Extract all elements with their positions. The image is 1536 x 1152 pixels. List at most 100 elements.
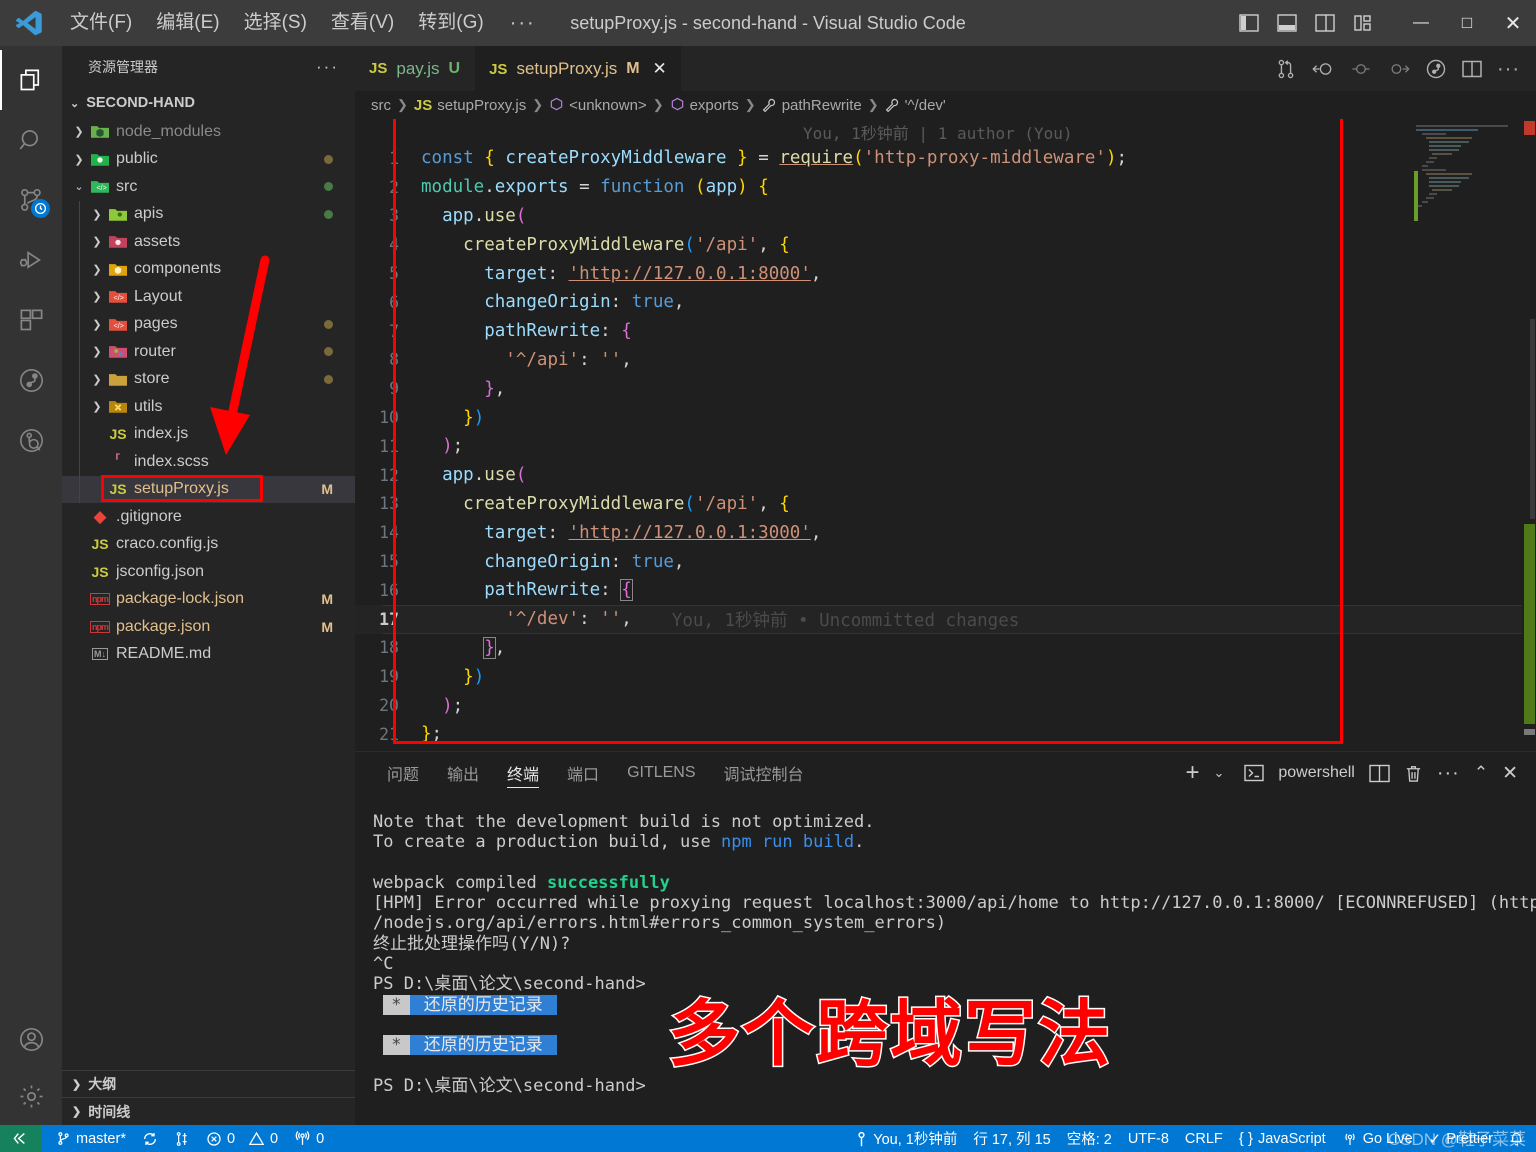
status-encoding[interactable]: UTF-8 [1120, 1125, 1177, 1152]
code-line[interactable]: 9 }, [355, 374, 1536, 403]
breadcrumb-item[interactable]: <unknown> [549, 97, 647, 114]
window-maximize-button[interactable]: □ [1444, 0, 1490, 46]
code-line[interactable]: 6 changeOrigin: true, [355, 288, 1536, 317]
tree-folder-row[interactable]: ❯ public [62, 146, 355, 174]
tree-file-row[interactable]: npm package-lock.json M [62, 586, 355, 614]
file-tree[interactable]: ❯ node_modules ❯ public ⌄ </> src ❯ apis ❯ assets ❯… [62, 118, 355, 1070]
menu-selection[interactable]: 选择(S) [232, 8, 319, 39]
code-line[interactable]: 5 target: 'http://127.0.0.1:8000', [355, 259, 1536, 288]
terminal-dropdown-icon[interactable]: ⌄ [1213, 765, 1224, 781]
code-editor[interactable]: You, 1秒钟前 | 1 author (You) 1 const { crea… [355, 119, 1536, 751]
section-outline[interactable]: ❯ 大纲 [62, 1071, 355, 1098]
tree-folder-row[interactable]: ❯ apis [62, 201, 355, 229]
window-minimize-button[interactable]: — [1398, 0, 1444, 46]
code-line[interactable]: 13 createProxyMiddleware('/api', { [355, 490, 1536, 519]
menu-more[interactable]: ··· [496, 9, 550, 37]
activity-explorer-icon[interactable] [0, 50, 62, 110]
code-line[interactable]: 14 target: 'http://127.0.0.1:3000', [355, 518, 1536, 547]
code-line[interactable]: 17 '^/dev': '', You, 1秒钟前 • Uncommitted c… [355, 604, 1536, 634]
panel-tab-problems[interactable]: 问题 [373, 752, 433, 794]
tree-file-row[interactable]: M↓ README.md [62, 641, 355, 669]
status-language-mode[interactable]: { } JavaScript [1231, 1125, 1334, 1152]
section-timeline[interactable]: ❯ 时间线 [62, 1098, 355, 1125]
status-sync[interactable] [134, 1125, 166, 1152]
panel-tab-terminal[interactable]: 终端 [493, 752, 553, 794]
tree-file-row[interactable]: npm package.json M [62, 613, 355, 641]
status-gitlens-compare[interactable] [166, 1125, 198, 1152]
panel-tab-output[interactable]: 输出 [433, 752, 493, 794]
tab-pay-js[interactable]: JS pay.js U [355, 46, 476, 91]
tree-file-row[interactable]: JS craco.config.js [62, 531, 355, 559]
tree-file-row[interactable]: JS index.js [62, 421, 355, 449]
code-line[interactable]: 20 ); [355, 691, 1536, 720]
breadcrumb[interactable]: src ❯ JS setupProxy.js ❯ <unknown> ❯ exports ❯ pa… [355, 91, 1536, 119]
code-line[interactable]: 15 changeOrigin: true, [355, 547, 1536, 576]
code-line[interactable]: 16 pathRewrite: { [355, 576, 1536, 605]
tree-folder-row[interactable]: ❯ store [62, 366, 355, 394]
tree-file-row[interactable]: JS jsconfig.json [62, 558, 355, 586]
breadcrumb-item[interactable]: '^/dev' [885, 97, 946, 114]
status-branch[interactable]: master* [42, 1125, 134, 1152]
panel-tab-debug-console[interactable]: 调试控制台 [710, 752, 818, 794]
code-line[interactable]: 7 pathRewrite: { [355, 317, 1536, 346]
activity-account-icon[interactable] [0, 1011, 62, 1067]
panel-tab-gitlens[interactable]: GITLENS [613, 752, 709, 794]
new-terminal-icon[interactable]: + [1185, 761, 1199, 785]
status-cursor-position[interactable]: 行 17, 列 15 [965, 1125, 1058, 1152]
remote-indicator-icon[interactable] [0, 1125, 42, 1152]
activity-gitlens-inspect-icon[interactable] [0, 410, 62, 470]
activity-settings-gear-icon[interactable] [0, 1067, 62, 1125]
code-line[interactable]: 3 app.use( [355, 202, 1536, 231]
tree-folder-row[interactable]: ❯ assets [62, 228, 355, 256]
toggle-primary-sidebar-icon[interactable] [1236, 10, 1262, 36]
gitlens-open-revision-icon[interactable] [1311, 59, 1335, 79]
overview-ruler[interactable] [1522, 119, 1536, 751]
activity-extensions-icon[interactable] [0, 290, 62, 350]
activity-gitlens-icon[interactable] [0, 350, 62, 410]
breadcrumb-item[interactable]: pathRewrite [762, 97, 862, 114]
tree-folder-row[interactable]: ❯ </> Layout [62, 283, 355, 311]
gitlens-toggle-blame-icon[interactable] [1425, 58, 1447, 80]
close-panel-icon[interactable]: ✕ [1502, 762, 1518, 785]
window-close-button[interactable]: ✕ [1490, 0, 1536, 46]
menu-go[interactable]: 转到(G) [406, 8, 495, 39]
more-actions-icon[interactable]: ··· [1497, 59, 1520, 79]
code-line[interactable]: 12 app.use( [355, 461, 1536, 490]
tree-folder-row[interactable]: ⌄ </> src [62, 173, 355, 201]
code-line[interactable]: 10 }) [355, 403, 1536, 432]
menu-view[interactable]: 查看(V) [319, 8, 406, 39]
split-editor-icon[interactable] [1461, 59, 1483, 79]
code-line[interactable]: 19 }) [355, 662, 1536, 691]
activity-run-debug-icon[interactable] [0, 230, 62, 290]
tab-close-icon[interactable]: ✕ [653, 59, 667, 79]
activity-search-icon[interactable] [0, 110, 62, 170]
code-line[interactable]: 18 }, [355, 634, 1536, 663]
sidebar-more-icon[interactable]: ··· [316, 57, 339, 77]
tree-file-row[interactable]: ◆ .gitignore [62, 503, 355, 531]
activity-source-control-icon[interactable] [0, 170, 62, 230]
terminal-profile-icon[interactable] [1244, 764, 1265, 782]
tree-folder-row[interactable]: ❯ node_modules [62, 118, 355, 146]
code-line[interactable]: 4 createProxyMiddleware('/api', { [355, 230, 1536, 259]
code-line[interactable]: 8 '^/api': '', [355, 346, 1536, 375]
breadcrumb-item[interactable]: JS setupProxy.js [414, 97, 526, 114]
tab-setupproxy-js[interactable]: JS setupProxy.js M ✕ [475, 46, 682, 91]
code-line[interactable]: 2 module.exports = function (app) { [355, 173, 1536, 202]
tree-file-row[interactable]: ⸢ index.scss [62, 448, 355, 476]
explorer-root-folder[interactable]: ⌄ SECOND-HAND [62, 88, 355, 118]
breadcrumb-item[interactable]: src [371, 97, 391, 114]
status-ports[interactable]: 0 [286, 1125, 332, 1152]
menu-edit[interactable]: 编辑(E) [144, 8, 231, 39]
panel-tab-ports[interactable]: 端口 [553, 752, 613, 794]
status-errors[interactable]: 0 0 [198, 1125, 286, 1152]
split-terminal-icon[interactable] [1369, 764, 1390, 783]
gitlens-next-icon[interactable] [1387, 59, 1411, 79]
status-indentation[interactable]: 空格: 2 [1059, 1125, 1120, 1152]
tree-folder-row[interactable]: ❯ utils [62, 393, 355, 421]
code-line[interactable]: 21}; [355, 720, 1536, 749]
compare-changes-icon[interactable] [1275, 58, 1297, 80]
breadcrumb-item[interactable]: exports [670, 97, 739, 114]
status-gitlens-blame[interactable]: You, 1秒钟前 [847, 1125, 965, 1152]
status-eol[interactable]: CRLF [1177, 1125, 1231, 1152]
code-line[interactable]: 11 ); [355, 432, 1536, 461]
